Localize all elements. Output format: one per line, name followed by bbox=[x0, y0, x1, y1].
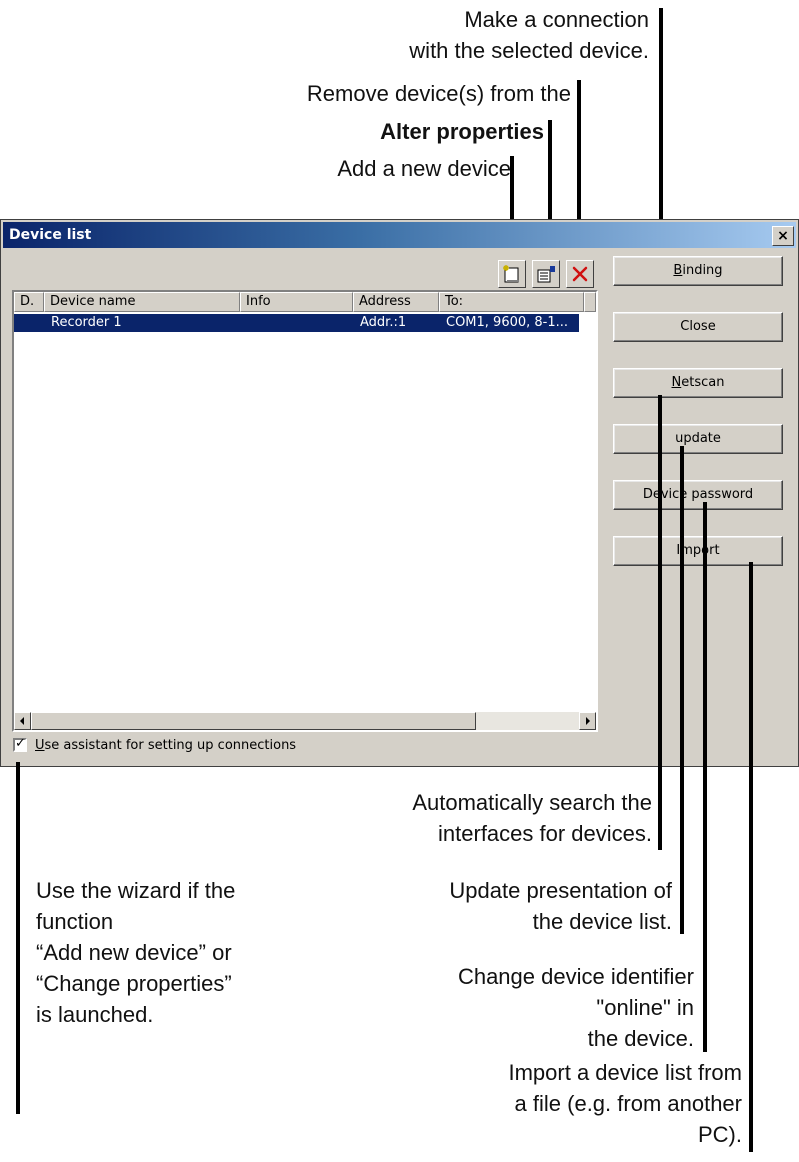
leader-line bbox=[703, 502, 707, 1052]
column-header-device-name[interactable]: Device name bbox=[44, 292, 240, 312]
leader-line bbox=[749, 562, 753, 1152]
scroll-thumb[interactable] bbox=[31, 712, 476, 730]
cell-address: Addr.:1 bbox=[360, 315, 407, 330]
delete-icon bbox=[572, 266, 588, 282]
leader-line bbox=[658, 395, 662, 850]
callout-change-identifier: Change device identifier "online" in the… bbox=[457, 964, 694, 1051]
binding-button[interactable]: Binding bbox=[613, 256, 783, 286]
scroll-left-button[interactable] bbox=[14, 712, 31, 730]
callout-add-device: Add a new device bbox=[337, 156, 511, 181]
new-device-icon bbox=[503, 265, 519, 283]
add-device-button[interactable] bbox=[498, 260, 526, 288]
callout-import-list: Import a device list from a file (e.g. f… bbox=[508, 1060, 742, 1147]
callout-remove-devices: Remove device(s) from the bbox=[306, 81, 571, 106]
properties-icon bbox=[537, 266, 555, 283]
cell-info bbox=[240, 314, 353, 332]
leader-line bbox=[680, 446, 684, 934]
close-icon: × bbox=[777, 228, 789, 244]
cell-to: COM1, 9600, 8-1... bbox=[446, 315, 569, 330]
column-header-spacer bbox=[584, 292, 596, 312]
callout-update-presentation: Update presentation of the device list. bbox=[449, 878, 672, 934]
import-button[interactable]: Import bbox=[613, 536, 783, 566]
column-header-d[interactable]: D. bbox=[14, 292, 44, 312]
checkmark-icon: ✓ bbox=[15, 736, 26, 751]
list-header: D. Device name Info Address To: bbox=[14, 292, 596, 312]
scroll-right-button[interactable] bbox=[579, 712, 596, 730]
leader-line bbox=[16, 762, 20, 1114]
update-button[interactable]: update bbox=[613, 424, 783, 454]
column-header-info[interactable]: Info bbox=[240, 292, 353, 312]
arrow-left-icon bbox=[20, 717, 24, 725]
alter-properties-button[interactable] bbox=[532, 260, 560, 288]
assistant-checkbox-label: Use assistant for setting up connections bbox=[35, 737, 297, 753]
cell-d bbox=[14, 314, 44, 332]
close-button[interactable]: Close bbox=[613, 312, 783, 342]
callout-make-connection: Make a connection with the selected devi… bbox=[409, 7, 649, 63]
callout-auto-search: Automatically search the interfaces for … bbox=[412, 790, 652, 846]
device-password-button[interactable]: Device password bbox=[613, 480, 783, 510]
close-window-button[interactable]: × bbox=[772, 226, 794, 246]
remove-device-button[interactable] bbox=[566, 260, 594, 288]
horizontal-scrollbar[interactable] bbox=[14, 712, 596, 730]
arrow-right-icon bbox=[586, 717, 590, 725]
netscan-button[interactable]: Netscan bbox=[613, 368, 783, 398]
column-header-address[interactable]: Address bbox=[353, 292, 439, 312]
title-bar: Device list bbox=[3, 222, 796, 248]
dialog-title: Device list bbox=[9, 227, 92, 243]
table-row[interactable]: Recorder 1 Addr.:1 COM1, 9600, 8-1... bbox=[14, 314, 579, 332]
callout-alter-properties: Alter properties bbox=[380, 119, 544, 144]
device-list-view[interactable]: D. Device name Info Address To: Recorder… bbox=[12, 290, 598, 732]
assistant-checkbox-row[interactable]: ✓ Use assistant for setting up connectio… bbox=[13, 735, 296, 755]
cell-device-name: Recorder 1 bbox=[51, 315, 122, 330]
column-header-to[interactable]: To: bbox=[439, 292, 584, 312]
assistant-checkbox[interactable]: ✓ bbox=[13, 736, 27, 752]
callout-wizard: Use the wizard if the function “Add new … bbox=[36, 878, 236, 1027]
